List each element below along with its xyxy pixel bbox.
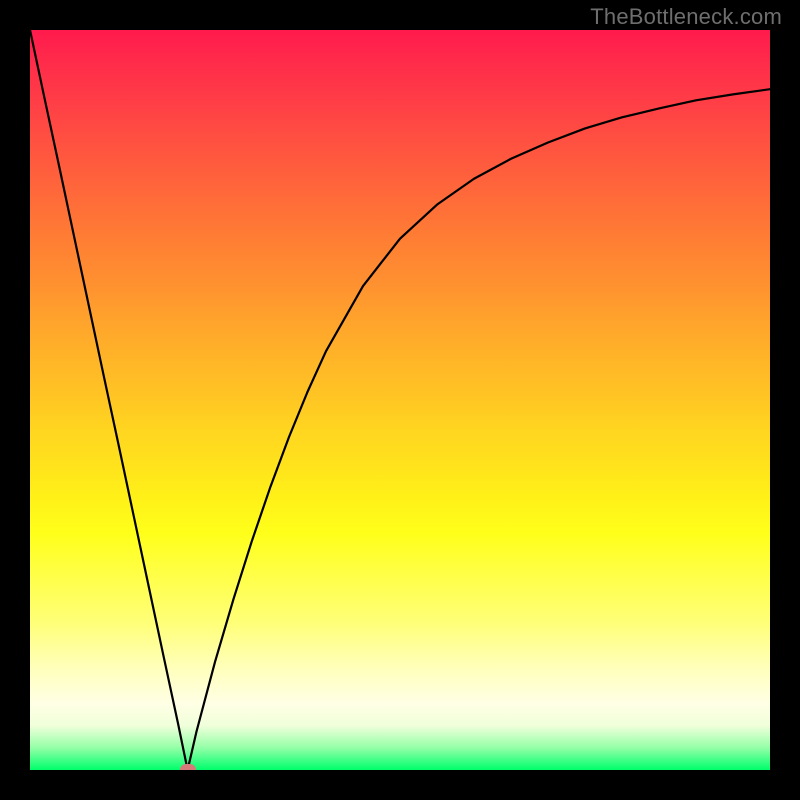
chart-frame: TheBottleneck.com (0, 0, 800, 800)
plot-area (30, 30, 770, 770)
bottleneck-curve (30, 30, 770, 770)
curve-layer (30, 30, 770, 770)
optimum-marker (180, 764, 196, 770)
watermark-text: TheBottleneck.com (590, 4, 782, 30)
